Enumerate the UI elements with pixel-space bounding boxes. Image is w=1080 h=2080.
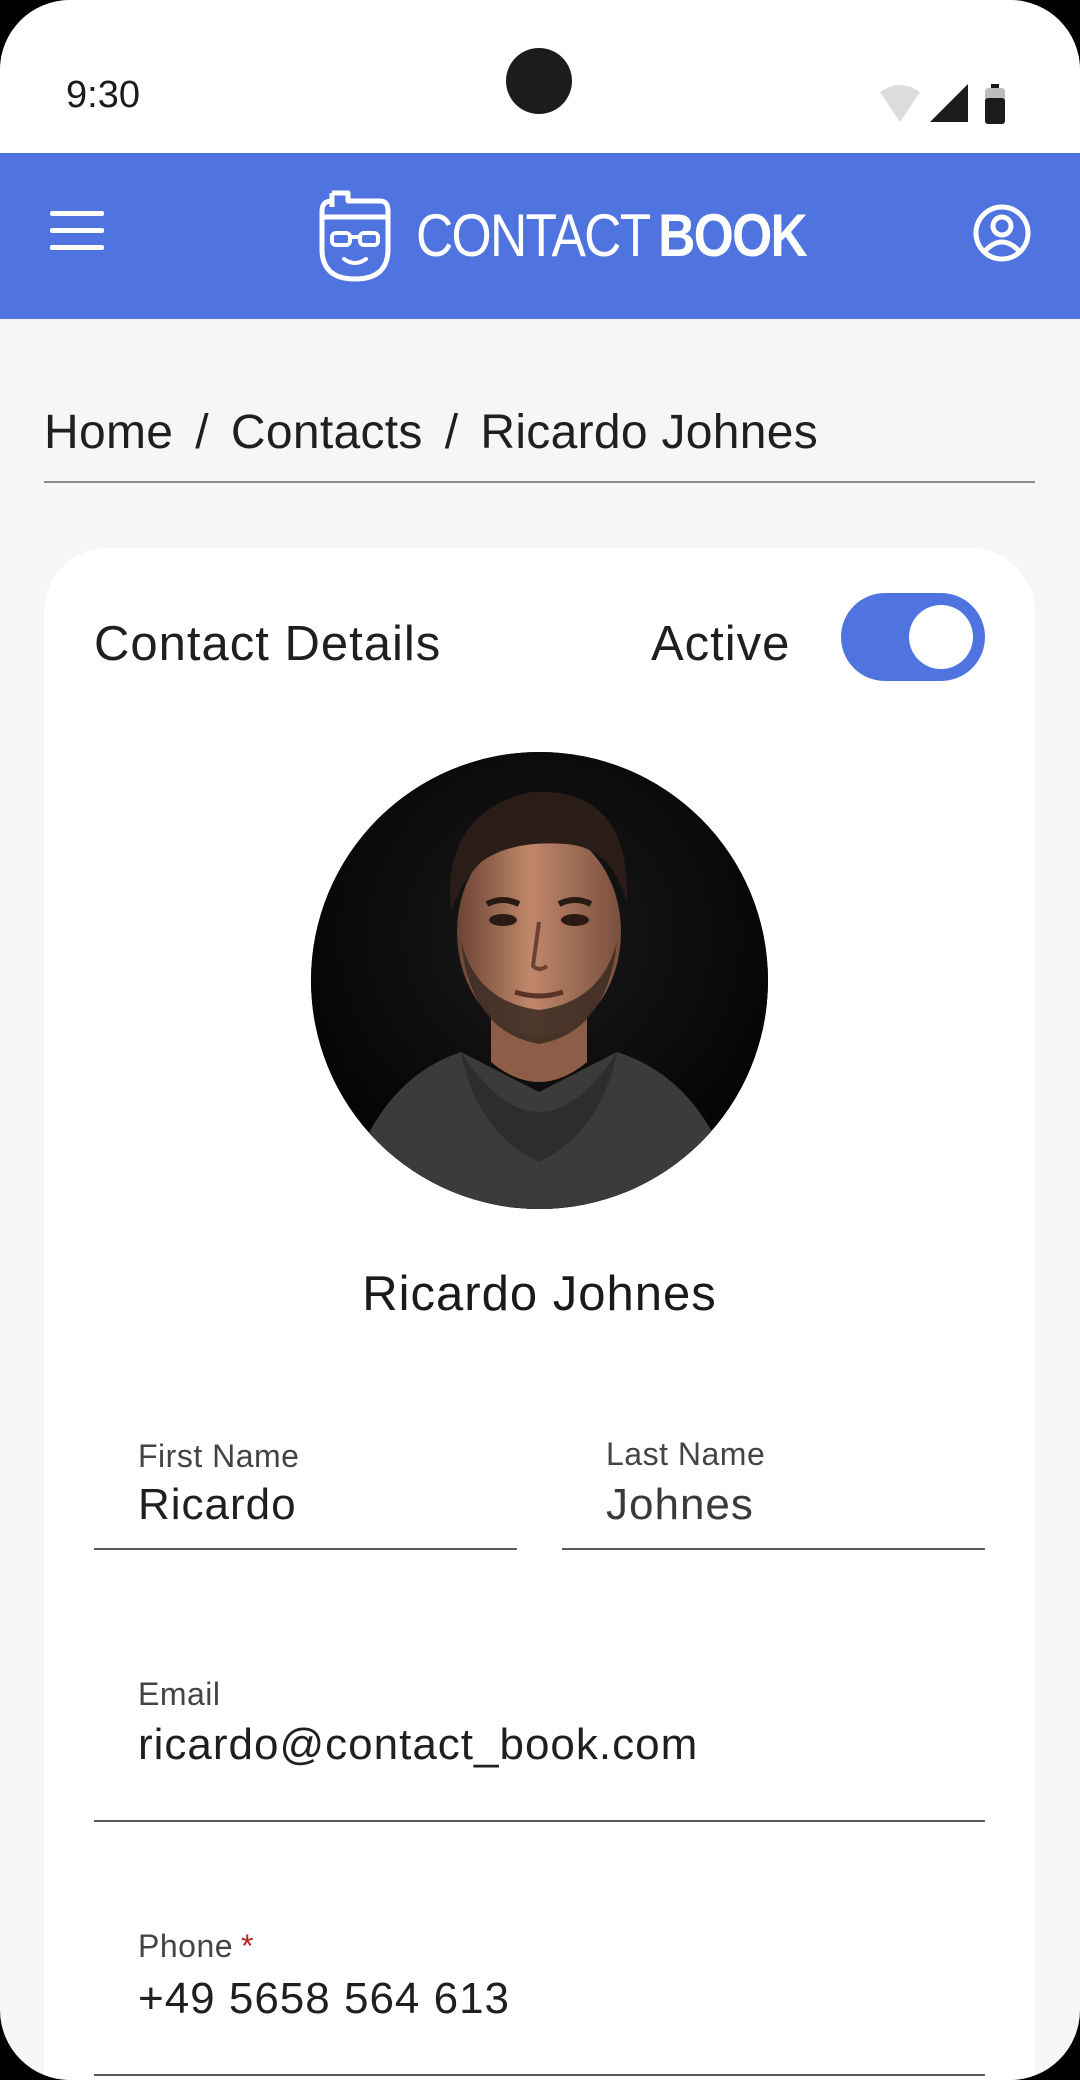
first-name-label: First Name [138, 1438, 300, 1474]
wifi-icon [880, 85, 920, 122]
account-circle-icon[interactable] [972, 203, 1032, 263]
first-name-field[interactable]: First Name Ricardo [94, 1418, 517, 1550]
hamburger-menu-icon[interactable] [50, 211, 104, 251]
last-name-label: Last Name [606, 1436, 766, 1472]
contact-display-name: Ricardo Johnes [362, 1267, 717, 1321]
contact-details-card: Contact Details Active Ricardo Johnes Fi… [44, 548, 1035, 2080]
last-name-underline [562, 1548, 985, 1550]
card-title: Contact Details [94, 617, 442, 671]
breadcrumb-separator: / [195, 406, 209, 459]
active-toggle[interactable] [841, 593, 985, 681]
email-input[interactable]: ricardo@contact_book.com [138, 1720, 698, 1770]
status-bar: 9:30 [0, 0, 1080, 153]
email-underline [94, 1820, 985, 1822]
battery-icon [985, 84, 1005, 124]
app-bar: CONTACT BOOK [0, 153, 1080, 319]
status-icons [880, 84, 1005, 124]
last-name-input[interactable]: Johnes [606, 1480, 754, 1530]
phone-label: Phone * [138, 1928, 254, 1965]
status-time: 9:30 [66, 74, 140, 116]
cellular-signal-icon [930, 84, 968, 122]
last-name-field[interactable]: Last Name Johnes [562, 1418, 985, 1550]
breadcrumb-contacts[interactable]: Contacts [231, 405, 423, 460]
phone-screen: 9:30 CONTACT BOOK Home / Contacts / Rica… [0, 0, 1080, 2080]
toggle-knob [909, 605, 973, 669]
nerd-face-logo-icon [319, 190, 391, 282]
first-name-underline [94, 1548, 517, 1550]
phone-label-text: Phone [138, 1928, 234, 1964]
logo-text-bold: BOOK [658, 201, 808, 269]
first-name-input[interactable]: Ricardo [138, 1480, 297, 1530]
contact-avatar [311, 752, 768, 1209]
breadcrumb-separator: / [444, 406, 459, 459]
app-logo[interactable]: CONTACT BOOK [318, 185, 870, 285]
avatar-portrait [311, 752, 768, 1209]
breadcrumb: Home / Contacts / Ricardo Johnes [44, 405, 1035, 483]
email-label: Email [138, 1676, 221, 1712]
breadcrumb-home[interactable]: Home [44, 405, 173, 460]
breadcrumb-current: Ricardo Johnes [480, 406, 819, 459]
phone-underline [94, 2074, 985, 2076]
logo-text: CONTACT BOOK [416, 201, 808, 270]
active-label: Active [651, 617, 791, 671]
required-marker: * [241, 1928, 254, 1964]
email-field[interactable]: Email ricardo@contact_book.com [94, 1658, 985, 1822]
front-camera-cutout [506, 48, 572, 114]
phone-field[interactable]: Phone * +49 5658 564 613 [94, 1910, 985, 2076]
logo-text-light: CONTACT [416, 201, 651, 269]
phone-input[interactable]: +49 5658 564 613 [138, 1974, 510, 2024]
